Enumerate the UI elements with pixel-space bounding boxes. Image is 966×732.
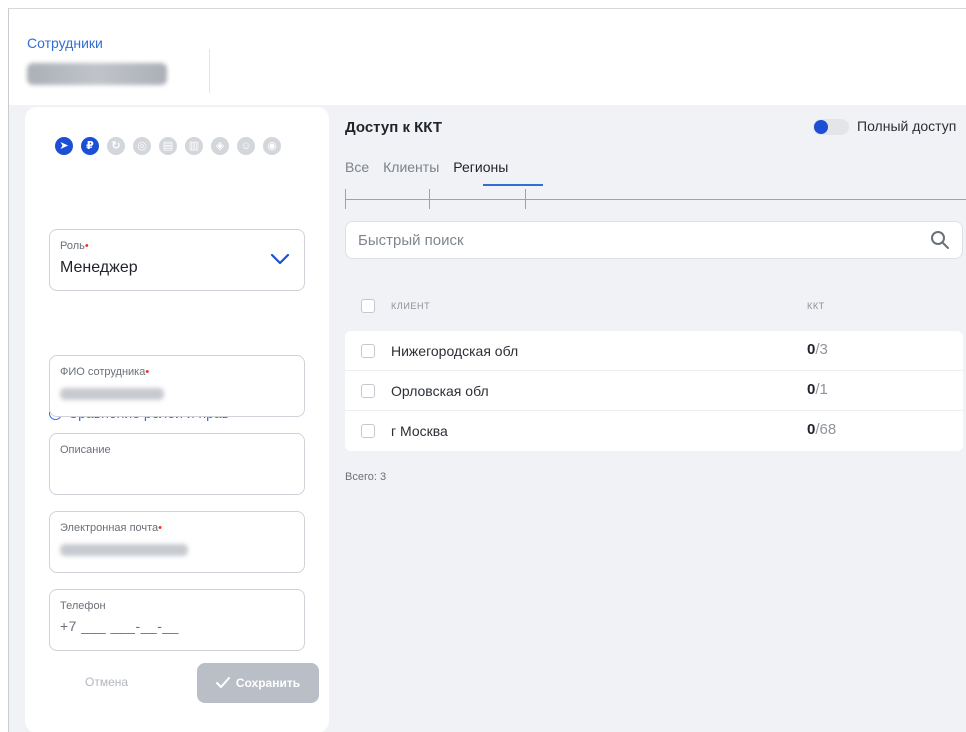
kkt-total: /1 <box>815 381 828 398</box>
table-header: КЛИЕНТ ККТ <box>345 295 963 321</box>
ruble-icon[interactable]: ₽ <box>81 137 99 155</box>
permission-icons: ➤ ₽ ↻ ◎ ▤ ▥ ◈ ☺ ◉ <box>55 137 315 155</box>
table-row[interactable]: Орловская обл 0/1 <box>345 371 963 411</box>
fio-label: ФИО сотрудника• <box>60 366 149 378</box>
search-input[interactable]: Быстрый поиск <box>345 221 963 259</box>
shield-icon[interactable]: ◈ <box>211 137 229 155</box>
required-mark: • <box>84 240 89 252</box>
header-divider <box>209 49 210 93</box>
chevron-down-icon[interactable] <box>270 252 290 270</box>
email-field[interactable]: Электронная почта• <box>49 511 305 573</box>
camera-icon[interactable]: ◉ <box>263 137 281 155</box>
search-placeholder: Быстрый поиск <box>358 232 464 249</box>
kkt-access-panel: Доступ к ККТ Полный доступ Все Клиенты Р… <box>337 105 966 732</box>
divider-tick <box>429 189 430 209</box>
description-field[interactable]: Описание <box>49 433 305 495</box>
save-label: Сохранить <box>235 676 301 690</box>
full-access-toggle[interactable] <box>813 119 849 135</box>
required-mark: • <box>145 366 150 378</box>
row-checkbox[interactable] <box>361 344 375 358</box>
tabs-divider <box>345 189 966 209</box>
fio-field[interactable]: ФИО сотрудника• <box>49 355 305 417</box>
row-kkt: 0/68 <box>807 421 836 438</box>
email-value-redacted <box>60 544 188 556</box>
column-client: КЛИЕНТ <box>391 301 431 311</box>
row-name: г Москва <box>391 423 448 439</box>
fio-label-text: ФИО сотрудника <box>60 366 146 378</box>
search-icon[interactable] <box>930 230 950 255</box>
divider-tick <box>525 189 526 209</box>
breadcrumb-employees[interactable]: Сотрудники <box>27 35 103 51</box>
column-kkt: ККТ <box>807 301 825 311</box>
table-row[interactable]: г Москва 0/68 <box>345 411 963 451</box>
email-label-text: Электронная почта <box>60 522 159 534</box>
phone-label: Телефон <box>60 600 106 612</box>
row-checkbox[interactable] <box>361 424 375 438</box>
report-icon[interactable]: ▥ <box>185 137 203 155</box>
full-access-label: Полный доступ <box>857 118 957 134</box>
save-button[interactable]: Сохранить <box>197 663 319 703</box>
app-frame: Сотрудники ➤₽↻◎▤▥◈☺◉ Роль• Менеджер i Ср… <box>8 8 966 732</box>
row-kkt: 0/3 <box>807 341 828 358</box>
check-icon <box>215 677 230 688</box>
panel-title: Доступ к ККТ <box>345 119 442 136</box>
kkt-total: /3 <box>815 341 828 358</box>
total-count: Всего: 3 <box>345 471 387 483</box>
tab-regions[interactable]: Регионы <box>453 159 508 175</box>
role-label: Роль• <box>60 240 89 252</box>
page-header: Сотрудники <box>9 9 966 105</box>
tab-all[interactable]: Все <box>345 159 369 175</box>
toggle-knob <box>814 120 828 134</box>
tab-clients[interactable]: Клиенты <box>383 159 439 175</box>
fio-value-redacted <box>60 388 164 400</box>
row-kkt: 0/1 <box>807 381 828 398</box>
role-value: Менеджер <box>60 259 138 276</box>
refresh-icon[interactable]: ↻ <box>107 137 125 155</box>
regions-table: Нижегородская обл 0/3 Орловская обл 0/1 … <box>345 331 963 451</box>
description-label: Описание <box>60 444 111 456</box>
user-icon[interactable]: ☺ <box>237 137 255 155</box>
kkt-total: /68 <box>815 421 837 438</box>
send-icon[interactable]: ➤ <box>55 137 73 155</box>
phone-field[interactable]: Телефон +7 ___ ___-__-__ <box>49 589 305 651</box>
settings-icon[interactable]: ◎ <box>133 137 151 155</box>
tabs: Все Клиенты Регионы <box>345 159 508 175</box>
email-label: Электронная почта• <box>60 522 162 534</box>
table-row[interactable]: Нижегородская обл 0/3 <box>345 331 963 371</box>
employee-form-card: ➤₽↻◎▤▥◈☺◉ Роль• Менеджер i Сравнение рол… <box>25 107 329 732</box>
document-icon[interactable]: ▤ <box>159 137 177 155</box>
row-name: Нижегородская обл <box>391 343 519 359</box>
required-mark: • <box>158 522 163 534</box>
role-select[interactable]: Роль• Менеджер <box>49 229 305 291</box>
divider-line <box>345 199 966 200</box>
phone-value: +7 ___ ___-__-__ <box>60 618 179 634</box>
select-all-checkbox[interactable] <box>361 299 375 313</box>
cancel-button[interactable]: Отмена <box>85 675 128 689</box>
active-tab-indicator <box>483 184 543 186</box>
row-name: Орловская обл <box>391 383 489 399</box>
employee-name-redacted <box>27 63 167 85</box>
role-label-text: Роль <box>60 240 85 252</box>
divider-tick <box>345 189 346 209</box>
row-checkbox[interactable] <box>361 384 375 398</box>
